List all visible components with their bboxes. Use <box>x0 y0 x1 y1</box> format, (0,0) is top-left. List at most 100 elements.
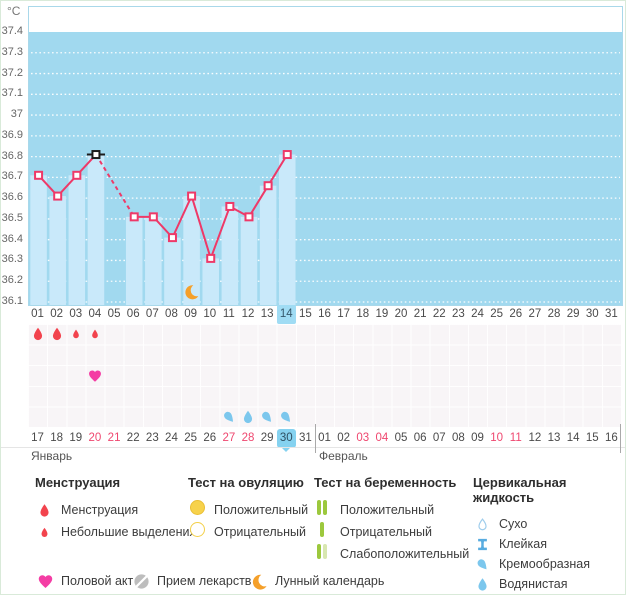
event-cell[interactable] <box>279 409 294 424</box>
temperature-point-marker[interactable] <box>148 212 158 222</box>
calendar-date-cell[interactable]: 18 <box>47 429 66 448</box>
event-cell[interactable] <box>221 409 236 424</box>
cycle-day-cell[interactable]: 10 <box>200 305 219 324</box>
event-cell[interactable] <box>87 368 102 383</box>
temperature-point-marker[interactable] <box>91 150 101 160</box>
calendar-date-cell[interactable]: 15 <box>583 429 602 448</box>
calendar-date-cell[interactable]: 10 <box>487 429 506 448</box>
calendar-date-cell[interactable]: 24 <box>162 429 181 448</box>
watery-drop-icon <box>240 409 255 424</box>
chart-plot[interactable] <box>28 6 623 306</box>
cycle-day-cell[interactable]: 31 <box>602 305 621 324</box>
test-two-bars-icon <box>317 500 329 520</box>
legend-item: Клейкая <box>473 534 625 554</box>
legend-item-label: Положительный <box>214 503 309 517</box>
cycle-day-cell[interactable]: 28 <box>544 305 563 324</box>
legend-item-label: Половой акт <box>61 574 134 588</box>
temperature-point-marker[interactable] <box>129 212 139 222</box>
calendar-date-cell[interactable]: 30 <box>276 429 296 452</box>
cycle-day-cell[interactable]: 21 <box>411 305 430 324</box>
calendar-date-cell[interactable]: 03 <box>353 429 372 448</box>
calendar-date-cell[interactable]: 26 <box>200 429 219 448</box>
calendar-date-cell[interactable]: 22 <box>124 429 143 448</box>
temperature-point-marker[interactable] <box>206 253 216 263</box>
calendar-date-row: 17 18 19 20 21 22 23 24 25 26 27 28 29 30 31 01 02 03 04 05… <box>28 429 621 452</box>
calendar-date-cell[interactable]: 04 <box>372 429 391 448</box>
cycle-day-cell[interactable]: 11 <box>219 305 238 324</box>
cycle-day-cell[interactable]: 16 <box>315 305 334 324</box>
temperature-point-marker[interactable] <box>167 233 177 243</box>
calendar-date-cell[interactable]: 17 <box>28 429 47 448</box>
calendar-date-cell[interactable]: 08 <box>449 429 468 448</box>
cycle-day-cell[interactable]: 26 <box>506 305 525 324</box>
cycle-day-cell[interactable]: 02 <box>47 305 66 324</box>
calendar-date-cell[interactable]: 11 <box>506 429 525 448</box>
cycle-day-cell[interactable]: 25 <box>487 305 506 324</box>
calendar-date-cell[interactable]: 25 <box>181 429 200 448</box>
cycle-day-cell[interactable]: 23 <box>449 305 468 324</box>
legend-icon-slot <box>188 500 206 520</box>
month-label-january: Январь <box>31 449 73 463</box>
temperature-point-marker[interactable] <box>72 170 82 180</box>
calendar-date-cell[interactable]: 16 <box>602 429 621 448</box>
event-cell[interactable] <box>71 329 82 340</box>
temperature-point-marker[interactable] <box>244 212 254 222</box>
cycle-day-cell[interactable]: 15 <box>296 305 315 324</box>
legend-icon-slot <box>314 544 332 564</box>
calendar-date-cell[interactable]: 13 <box>544 429 563 448</box>
calendar-date-cell[interactable]: 20 <box>85 429 104 448</box>
calendar-date-cell[interactable]: 28 <box>238 429 257 448</box>
cycle-day-cell[interactable]: 01 <box>28 305 47 324</box>
calendar-date-cell[interactable]: 23 <box>143 429 162 448</box>
cycle-day-cell[interactable]: 24 <box>468 305 487 324</box>
calendar-date-cell[interactable]: 31 <box>296 429 315 448</box>
cycle-day-cell[interactable]: 07 <box>143 305 162 324</box>
event-cell[interactable] <box>30 327 45 342</box>
calendar-date-cell[interactable]: 21 <box>105 429 124 448</box>
event-cell[interactable] <box>49 327 64 342</box>
y-axis-tick-label: 37 <box>10 108 23 121</box>
calendar-date-cell[interactable]: 01 <box>315 429 334 448</box>
cycle-day-cell[interactable]: 03 <box>66 305 85 324</box>
calendar-date-cell[interactable]: 27 <box>219 429 238 448</box>
cycle-day-cell[interactable]: 20 <box>391 305 410 324</box>
temperature-point-marker[interactable] <box>263 181 273 191</box>
cycle-day-cell[interactable]: 18 <box>353 305 372 324</box>
cycle-day-cell[interactable]: 22 <box>430 305 449 324</box>
temperature-point-marker[interactable] <box>34 170 44 180</box>
calendar-date-cell[interactable]: 07 <box>430 429 449 448</box>
temperature-point-marker[interactable] <box>53 191 63 201</box>
calendar-date-cell[interactable]: 09 <box>468 429 487 448</box>
calendar-date-cell[interactable]: 05 <box>391 429 410 448</box>
cycle-day-cell[interactable]: 30 <box>583 305 602 324</box>
calendar-date-cell[interactable]: 06 <box>411 429 430 448</box>
cycle-day-cell[interactable]: 29 <box>564 305 583 324</box>
event-grid[interactable] <box>28 324 621 427</box>
calendar-date-cell[interactable]: 29 <box>258 429 277 448</box>
cycle-day-cell[interactable]: 17 <box>334 305 353 324</box>
cycle-day-cell[interactable]: 27 <box>525 305 544 324</box>
cycle-day-cell[interactable]: 09 <box>181 305 200 324</box>
event-cell[interactable] <box>240 409 255 424</box>
calendar-date-cell[interactable]: 19 <box>66 429 85 448</box>
y-axis-tick-label: 37.2 <box>1 66 23 79</box>
cycle-day-cell[interactable]: 13 <box>258 305 277 324</box>
temperature-point-marker[interactable] <box>187 191 197 201</box>
temperature-point-marker[interactable] <box>225 201 235 211</box>
cycle-day-cell[interactable]: 19 <box>372 305 391 324</box>
legend-item: Водянистая <box>473 574 625 594</box>
event-cell[interactable] <box>260 409 275 424</box>
creamy-icon <box>279 409 294 424</box>
cycle-day-cell[interactable]: 08 <box>162 305 181 324</box>
cycle-day-cell[interactable]: 06 <box>124 305 143 324</box>
heart-icon <box>87 368 102 383</box>
calendar-date-cell[interactable]: 12 <box>525 429 544 448</box>
cycle-day-cell[interactable]: 04 <box>85 305 104 324</box>
calendar-date-cell[interactable]: 02 <box>334 429 353 448</box>
cycle-day-cell[interactable]: 05 <box>105 305 124 324</box>
calendar-date-cell[interactable]: 14 <box>564 429 583 448</box>
temperature-point-marker[interactable] <box>282 150 292 160</box>
cycle-day-cell[interactable]: 14 <box>276 305 296 324</box>
cycle-day-cell[interactable]: 12 <box>238 305 257 324</box>
event-cell[interactable] <box>90 329 101 340</box>
